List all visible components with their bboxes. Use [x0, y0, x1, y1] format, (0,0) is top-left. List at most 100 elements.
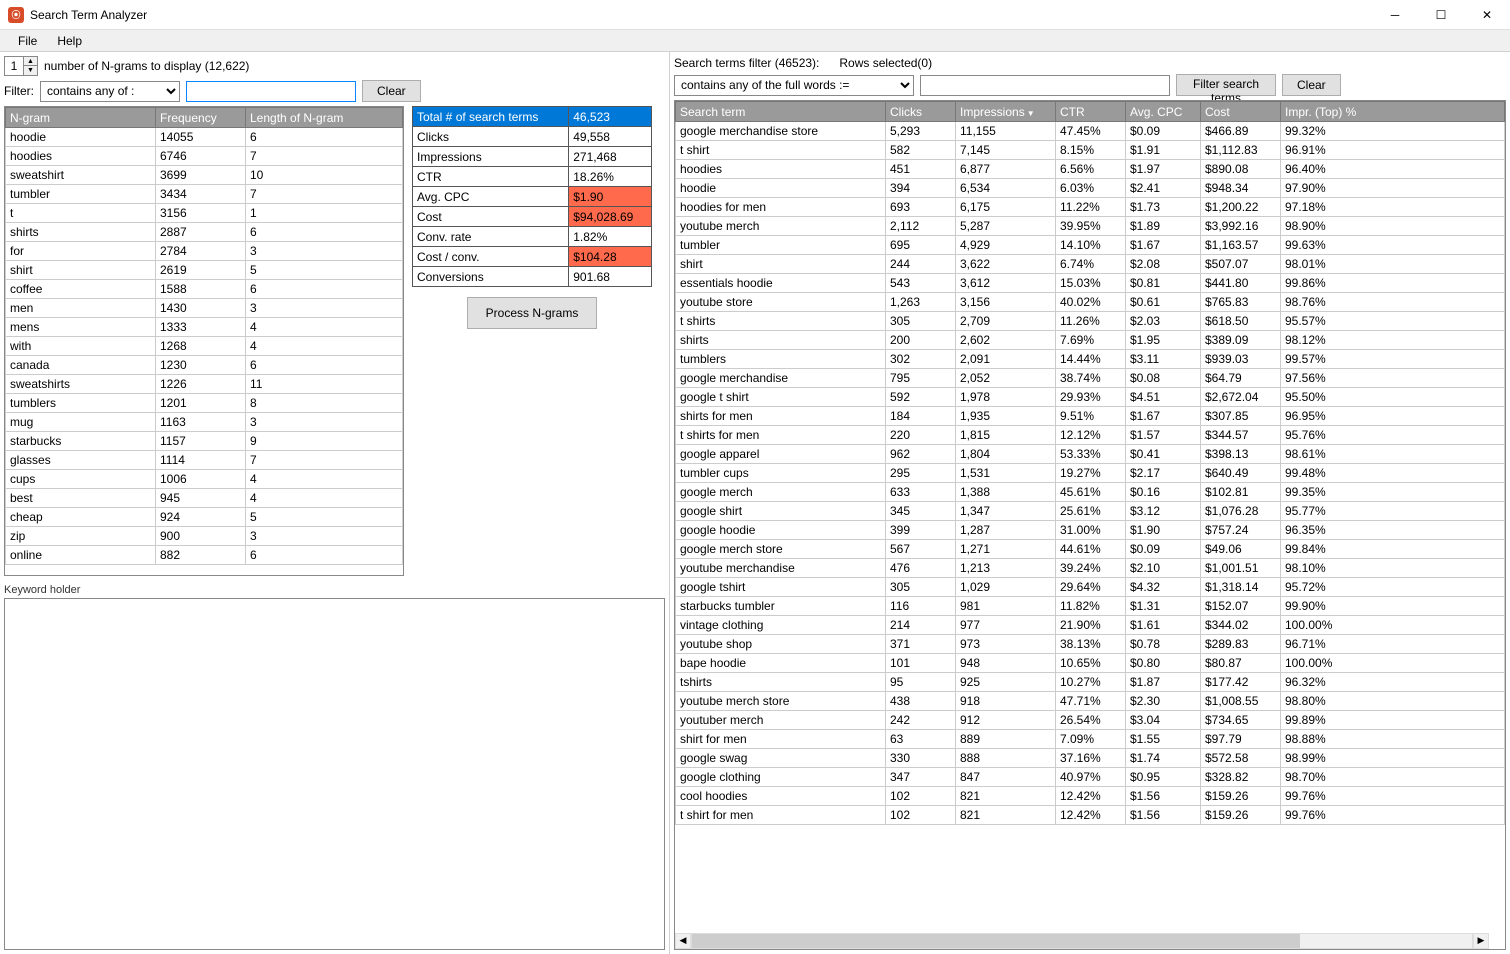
filter-input[interactable]	[186, 81, 356, 102]
table-row[interactable]: google merchandise7952,05238.74%$0.08$64…	[676, 369, 1505, 388]
table-row[interactable]: t shirt5827,1458.15%$1.91$1,112.8396.91%	[676, 141, 1505, 160]
table-row[interactable]: t31561	[6, 204, 403, 223]
search-filter-mode-select[interactable]: contains any of the full words :=	[674, 75, 914, 96]
table-row[interactable]: t shirt for men10282112.42%$1.56$159.269…	[676, 806, 1505, 825]
ngram-col-frequency[interactable]: Frequency	[156, 108, 246, 128]
table-row[interactable]: cups10064	[6, 470, 403, 489]
table-row[interactable]: shirts28876	[6, 223, 403, 242]
table-row[interactable]: google merchandise store5,29311,15547.45…	[676, 122, 1505, 141]
table-row[interactable]: sweatshirt369910	[6, 166, 403, 185]
table-row[interactable]: glasses11147	[6, 451, 403, 470]
table-row[interactable]: google merch6331,38845.61%$0.16$102.8199…	[676, 483, 1505, 502]
table-row[interactable]: shirt2443,6226.74%$2.08$507.0798.01%	[676, 255, 1505, 274]
table-row[interactable]: hoodies67467	[6, 147, 403, 166]
table-row[interactable]: for27843	[6, 242, 403, 261]
spinner-up-icon[interactable]: ▲	[23, 57, 37, 66]
table-row[interactable]: google shirt3451,34725.61%$3.12$1,076.28…	[676, 502, 1505, 521]
table-row[interactable]: tumbler6954,92914.10%$1.67$1,163.5799.63…	[676, 236, 1505, 255]
table-row[interactable]: shirts2002,6027.69%$1.95$389.0998.12%	[676, 331, 1505, 350]
table-row[interactable]: tshirts9592510.27%$1.87$177.4296.32%	[676, 673, 1505, 692]
table-row[interactable]: youtube merch2,1125,28739.95%$1.89$3,992…	[676, 217, 1505, 236]
table-row[interactable]: cheap9245	[6, 508, 403, 527]
table-row[interactable]: youtube merchandise4761,21339.24%$2.10$1…	[676, 559, 1505, 578]
table-row[interactable]: mug11633	[6, 413, 403, 432]
table-row[interactable]: tumbler34347	[6, 185, 403, 204]
table-row[interactable]: tumbler cups2951,53119.27%$2.17$640.4999…	[676, 464, 1505, 483]
horizontal-scrollbar[interactable]: ◀ ▶	[675, 933, 1489, 949]
table-row[interactable]: hoodies for men6936,17511.22%$1.73$1,200…	[676, 198, 1505, 217]
table-row[interactable]: bape hoodie10194810.65%$0.80$80.87100.00…	[676, 654, 1505, 673]
ngram-table[interactable]: N-gram Frequency Length of N-gram hoodie…	[4, 106, 404, 576]
table-row[interactable]: google swag33088837.16%$1.74$572.5898.99…	[676, 749, 1505, 768]
search-col-clicks[interactable]: Clicks	[886, 102, 956, 122]
search-col-impressions[interactable]: Impressions▼	[956, 102, 1056, 122]
search-col-cost[interactable]: Cost	[1201, 102, 1281, 122]
ngram-count-input[interactable]	[5, 57, 23, 75]
left-panel: ▲ ▼ number of N-grams to display (12,622…	[0, 52, 670, 954]
table-row[interactable]: google merch store5671,27144.61%$0.09$49…	[676, 540, 1505, 559]
table-row[interactable]: tumblers12018	[6, 394, 403, 413]
process-ngrams-button[interactable]: Process N-grams	[467, 297, 598, 329]
table-row[interactable]: cool hoodies10282112.42%$1.56$159.2699.7…	[676, 787, 1505, 806]
table-row[interactable]: essentials hoodie5433,61215.03%$0.81$441…	[676, 274, 1505, 293]
search-col-ctr[interactable]: CTR	[1056, 102, 1126, 122]
table-row[interactable]: youtuber merch24291226.54%$3.04$734.6599…	[676, 711, 1505, 730]
app-icon: ⦿	[8, 7, 24, 23]
ngram-col-length[interactable]: Length of N-gram	[246, 108, 403, 128]
table-row[interactable]: google t shirt5921,97829.93%$4.51$2,672.…	[676, 388, 1505, 407]
table-row[interactable]: zip9003	[6, 527, 403, 546]
table-row[interactable]: best9454	[6, 489, 403, 508]
ngram-count-spinner[interactable]: ▲ ▼	[4, 56, 38, 76]
search-clear-button[interactable]: Clear	[1282, 74, 1341, 96]
table-row[interactable]: google clothing34784740.97%$0.95$328.829…	[676, 768, 1505, 787]
summary-ctr-value: 18.26%	[569, 167, 652, 187]
table-row[interactable]: google tshirt3051,02929.64%$4.32$1,318.1…	[676, 578, 1505, 597]
table-row[interactable]: youtube shop37197338.13%$0.78$289.8396.7…	[676, 635, 1505, 654]
search-filter-input[interactable]	[920, 75, 1170, 96]
table-row[interactable]: t shirts3052,70911.26%$2.03$618.5095.57%	[676, 312, 1505, 331]
table-row[interactable]: shirt for men638897.09%$1.55$97.7998.88%	[676, 730, 1505, 749]
search-col-cpc[interactable]: Avg. CPC	[1126, 102, 1201, 122]
table-row[interactable]: with12684	[6, 337, 403, 356]
scroll-left-icon[interactable]: ◀	[675, 933, 691, 949]
table-row[interactable]: vintage clothing21497721.90%$1.61$344.02…	[676, 616, 1505, 635]
maximize-button[interactable]: ☐	[1418, 0, 1464, 30]
summary-cpc-label: Avg. CPC	[413, 187, 569, 207]
spinner-down-icon[interactable]: ▼	[23, 66, 37, 75]
table-row[interactable]: starbucks11579	[6, 432, 403, 451]
table-row[interactable]: online8826	[6, 546, 403, 565]
table-row[interactable]: shirt26195	[6, 261, 403, 280]
table-row[interactable]: google hoodie3991,28731.00%$1.90$757.249…	[676, 521, 1505, 540]
table-row[interactable]: men14303	[6, 299, 403, 318]
filter-clear-button[interactable]: Clear	[362, 80, 421, 102]
table-row[interactable]: youtube merch store43891847.71%$2.30$1,0…	[676, 692, 1505, 711]
minimize-button[interactable]: ─	[1372, 0, 1418, 30]
menu-file[interactable]: File	[8, 31, 47, 51]
search-col-term[interactable]: Search term	[676, 102, 886, 122]
table-row[interactable]: tumblers3022,09114.44%$3.11$939.0399.57%	[676, 350, 1505, 369]
table-row[interactable]: sweatshirts122611	[6, 375, 403, 394]
table-row[interactable]: youtube store1,2633,15640.02%$0.61$765.8…	[676, 293, 1505, 312]
table-row[interactable]: starbucks tumbler11698111.82%$1.31$152.0…	[676, 597, 1505, 616]
table-row[interactable]: hoodies4516,8776.56%$1.97$890.0896.40%	[676, 160, 1505, 179]
table-row[interactable]: t shirts for men2201,81512.12%$1.57$344.…	[676, 426, 1505, 445]
menu-help[interactable]: Help	[47, 31, 92, 51]
ngram-display-label: number of N-grams to display (12,622)	[44, 59, 249, 73]
table-row[interactable]: coffee15886	[6, 280, 403, 299]
table-row[interactable]: hoodie140556	[6, 128, 403, 147]
filter-search-terms-button[interactable]: Filter search terms	[1176, 74, 1276, 96]
ngram-col-ngram[interactable]: N-gram	[6, 108, 156, 128]
search-terms-table[interactable]: Search term Clicks Impressions▼ CTR Avg.…	[674, 100, 1506, 950]
table-row[interactable]: google apparel9621,80453.33%$0.41$398.13…	[676, 445, 1505, 464]
table-row[interactable]: shirts for men1841,9359.51%$1.67$307.859…	[676, 407, 1505, 426]
search-col-imprtop[interactable]: Impr. (Top) %	[1281, 102, 1505, 122]
close-button[interactable]: ✕	[1464, 0, 1510, 30]
table-row[interactable]: hoodie3946,5346.03%$2.41$948.3497.90%	[676, 179, 1505, 198]
filter-mode-select[interactable]: contains any of :	[40, 81, 180, 102]
table-row[interactable]: mens13334	[6, 318, 403, 337]
table-row[interactable]: canada12306	[6, 356, 403, 375]
scroll-right-icon[interactable]: ▶	[1473, 933, 1489, 949]
keyword-holder[interactable]	[4, 598, 665, 950]
scrollbar-thumb[interactable]	[692, 934, 1300, 948]
summary-costconv-label: Cost / conv.	[413, 247, 569, 267]
